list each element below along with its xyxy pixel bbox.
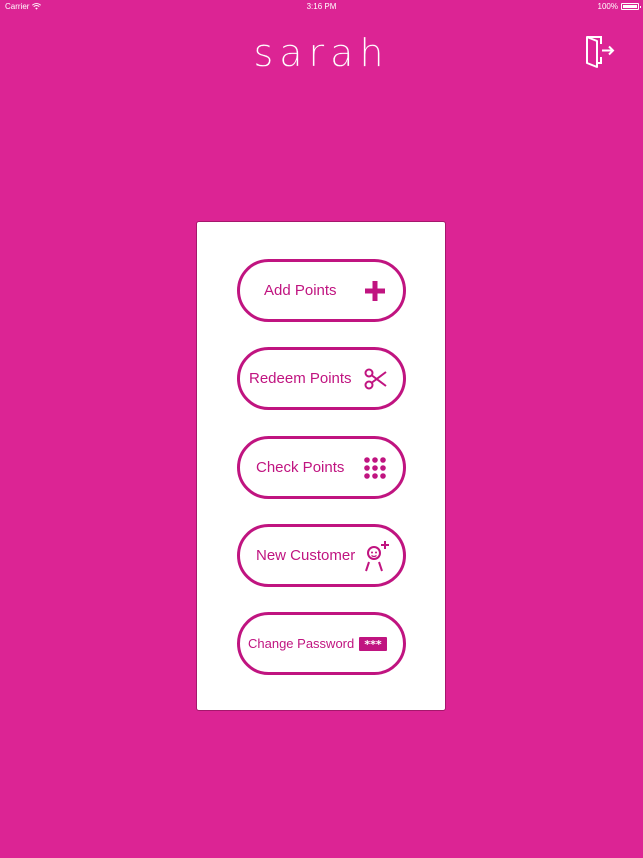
new-customer-button[interactable]: New Customer [237, 524, 406, 587]
menu-card: Add Points Redeem Points Check Points Ne… [196, 221, 446, 711]
redeem-points-label: Redeem Points [249, 370, 352, 387]
redeem-points-button[interactable]: Redeem Points [237, 347, 406, 410]
change-password-button[interactable]: Change Password *** [237, 612, 406, 675]
svg-text:***: *** [364, 638, 382, 651]
add-points-label: Add Points [264, 282, 337, 299]
status-bar: Carrier 3:16 PM 100% [0, 0, 643, 13]
app-header: sarah [0, 28, 643, 78]
check-points-button[interactable]: Check Points [237, 436, 406, 499]
password-dots-icon: *** [359, 636, 387, 651]
logout-button[interactable] [584, 33, 616, 69]
add-user-icon [364, 539, 390, 573]
battery-icon [621, 3, 641, 10]
scissors-icon [364, 368, 388, 390]
status-battery: 100% [597, 0, 641, 13]
keypad-grid-icon [363, 456, 387, 480]
battery-percent: 100% [597, 2, 618, 11]
status-time: 3:16 PM [306, 2, 337, 11]
app-logo: sarah [253, 31, 390, 75]
logout-door-icon [586, 36, 615, 68]
add-points-button[interactable]: Add Points [237, 259, 406, 322]
new-customer-label: New Customer [256, 547, 356, 564]
plus-icon [364, 280, 386, 302]
change-password-label: Change Password [248, 636, 355, 651]
check-points-label: Check Points [256, 459, 345, 476]
